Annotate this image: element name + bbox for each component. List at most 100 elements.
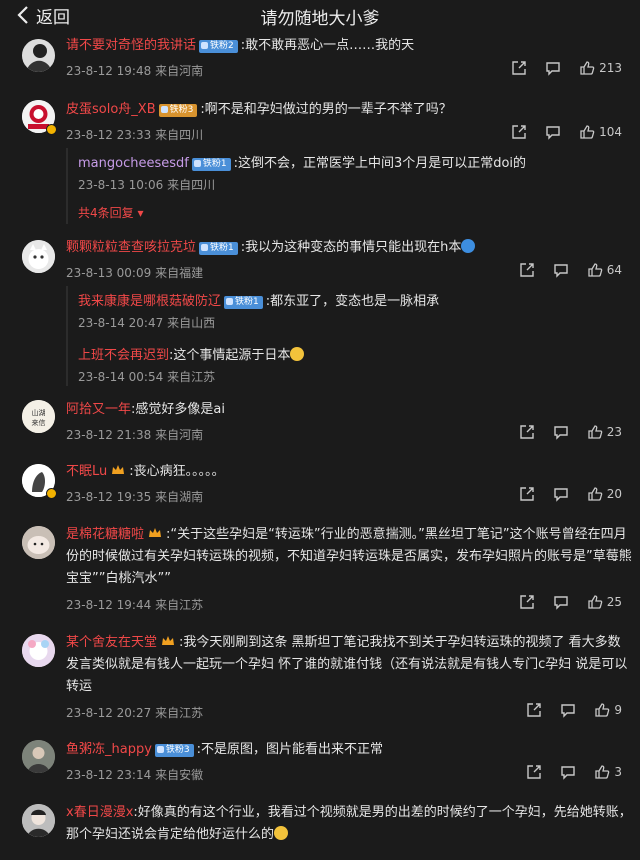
reply-block: mangocheesesdf 铁粉1:这倒不会，正常医学上中间3个月是可以正常do…	[66, 148, 626, 224]
share-button[interactable]	[519, 594, 535, 610]
share-icon	[520, 425, 534, 439]
reply-button[interactable]	[553, 594, 569, 610]
comment-meta: 23-8-12 23:33 来自四川	[66, 128, 204, 142]
reply-button[interactable]	[560, 702, 576, 718]
comment-meta: 23-8-12 23:14 来自安徽	[66, 768, 204, 782]
share-button[interactable]	[526, 764, 542, 780]
emoji-icon	[290, 347, 305, 361]
commenter-name[interactable]: 请不要对奇怪的我讲话	[66, 38, 196, 53]
avatar[interactable]: 山湖 来信	[22, 400, 55, 433]
comment-text: :啊不是和孕妇做过的男的一辈子不举了吗？	[200, 102, 452, 117]
vip-badge	[46, 488, 57, 499]
comment-actions: 104	[493, 124, 622, 140]
like-button[interactable]: 9	[594, 702, 622, 718]
comment-meta: 23-8-12 19:35 来自湖南	[66, 490, 204, 504]
like-icon	[580, 125, 595, 139]
commenter-name[interactable]: 是棉花糖糖啦	[66, 527, 144, 542]
commenter-name[interactable]: 鱼粥冻_happy	[66, 742, 152, 757]
fan-badge: 铁粉3	[158, 104, 198, 117]
avatar[interactable]	[22, 39, 55, 72]
like-button[interactable]: 23	[587, 424, 622, 440]
share-icon	[512, 61, 526, 75]
comment-body: 是棉花糖糖啦:“关于这些孕妇是“转运珠”行业的恶意揣测。”黑丝坦丁笔记”这个账号…	[66, 524, 632, 590]
share-button[interactable]	[519, 486, 535, 502]
reply-text: :这个事情起源于日本	[169, 348, 291, 363]
reply-text: :都东亚了，变态也是一脉相承	[265, 294, 440, 309]
comment-icon	[554, 264, 568, 278]
share-button[interactable]	[519, 424, 535, 440]
comment-line: 颗颗粒粒查查咳拉克垃 铁粉1:我以为这种变态的事情只能出现在h本	[66, 239, 476, 257]
like-icon	[595, 765, 610, 779]
comment-text: :丧心病狂。。。。。	[129, 464, 225, 479]
like-button[interactable]: 104	[579, 124, 622, 140]
avatar[interactable]	[22, 634, 55, 667]
like-count: 20	[606, 487, 622, 501]
reply-button[interactable]	[553, 262, 569, 278]
share-button[interactable]	[526, 702, 542, 718]
reply-meta: 23-8-14 20:47 来自山西	[78, 316, 216, 330]
commenter-name[interactable]: 某个舍友在天堂	[66, 635, 157, 650]
page-title: 请勿随地大小爹	[260, 9, 380, 29]
comment-item: 山湖 来信 阿拾又一年:感觉好多像是ai 23-8-12 21:38 来自河南 2…	[0, 400, 640, 450]
share-icon	[527, 765, 542, 779]
like-count: 23	[606, 425, 622, 439]
like-count: 9	[614, 703, 622, 717]
comment-icon	[561, 704, 576, 718]
reply-button[interactable]	[545, 124, 561, 140]
share-icon	[527, 703, 542, 717]
crown-icon	[149, 528, 162, 537]
replier-name[interactable]: 上班不会再迟到	[78, 348, 169, 363]
share-icon	[520, 595, 534, 609]
more-replies-link[interactable]: 共4条回复 ▾	[78, 204, 143, 221]
like-button[interactable]: 20	[587, 486, 622, 502]
like-button[interactable]: 213	[579, 60, 622, 76]
comment-line: 鱼粥冻_happy 铁粉3:不是原图，图片能看出来不正常	[66, 741, 383, 759]
top-bar: 返回 请勿随地大小爹	[0, 0, 640, 32]
comment-icon	[554, 426, 568, 440]
reply-button[interactable]	[545, 60, 561, 76]
reply-line: 上班不会再迟到:这个事情起源于日本	[78, 344, 305, 363]
share-button[interactable]	[511, 60, 527, 76]
share-button[interactable]	[519, 262, 535, 278]
comment-item: 不眠Lu :丧心病狂。。。。。 23-8-12 19:35 来自湖南 20	[0, 462, 640, 512]
fan-badge: 铁粉1	[191, 158, 231, 171]
commenter-name[interactable]: 不眠Lu	[66, 464, 107, 479]
comment-meta: 23-8-13 00:09 来自福建	[66, 266, 204, 280]
commenter-name[interactable]: 皮蛋solo舟_XB	[66, 102, 156, 117]
share-button[interactable]	[511, 124, 527, 140]
like-icon	[595, 703, 610, 717]
like-count: 104	[599, 125, 622, 139]
comment-meta: 23-8-12 20:27 来自江苏	[66, 706, 204, 720]
like-icon	[580, 61, 595, 75]
like-icon	[588, 425, 603, 439]
comment-item: 皮蛋solo舟_XB 铁粉3:啊不是和孕妇做过的男的一辈子不举了吗？ 23-8-1…	[0, 100, 640, 230]
comment-actions: 20	[501, 486, 622, 502]
reply-meta: 23-8-14 00:54 来自江苏	[78, 370, 216, 384]
comment-icon	[554, 596, 568, 610]
reply-button[interactable]	[560, 764, 576, 780]
reply-button[interactable]	[553, 486, 569, 502]
replier-name[interactable]: 我来康康是哪根菇破防辽	[78, 294, 221, 309]
comment-text: :感觉好多像是ai	[131, 402, 225, 417]
reply-meta: 23-8-13 10:06 来自四川	[78, 178, 216, 192]
commenter-name[interactable]: 颗颗粒粒查查咳拉克垃	[66, 240, 196, 255]
comment-text: :好像真的有这个行业，我看过个视频就是男的出差的时候约了一个孕妇，先给她转账，那…	[66, 805, 632, 842]
commenter-name[interactable]: x春日漫漫x	[66, 805, 133, 820]
like-icon	[588, 263, 603, 277]
reply-button[interactable]	[553, 424, 569, 440]
comment-body: x春日漫漫x:好像真的有这个行业，我看过个视频就是男的出差的时候约了一个孕妇，先…	[66, 802, 632, 846]
avatar[interactable]	[22, 804, 55, 837]
like-button[interactable]: 64	[587, 262, 622, 278]
comment-item: 鱼粥冻_happy 铁粉3:不是原图，图片能看出来不正常 23-8-12 23:1…	[0, 740, 640, 790]
comment-item: 某个舍友在天堂:我今天刚刷到这条 黑斯坦丁笔记我找不到关于孕妇转运珠的视频了 看…	[0, 634, 640, 724]
like-button[interactable]: 25	[587, 594, 622, 610]
like-button[interactable]: 3	[594, 764, 622, 780]
avatar[interactable]	[22, 526, 55, 559]
avatar[interactable]	[22, 740, 55, 773]
commenter-name[interactable]: 阿拾又一年	[66, 402, 131, 417]
fan-badge: 铁粉1	[199, 242, 238, 255]
replier-name[interactable]: mangocheesesdf	[78, 156, 189, 171]
like-count: 213	[599, 61, 622, 75]
avatar[interactable]	[22, 240, 55, 273]
like-count: 64	[606, 263, 622, 277]
